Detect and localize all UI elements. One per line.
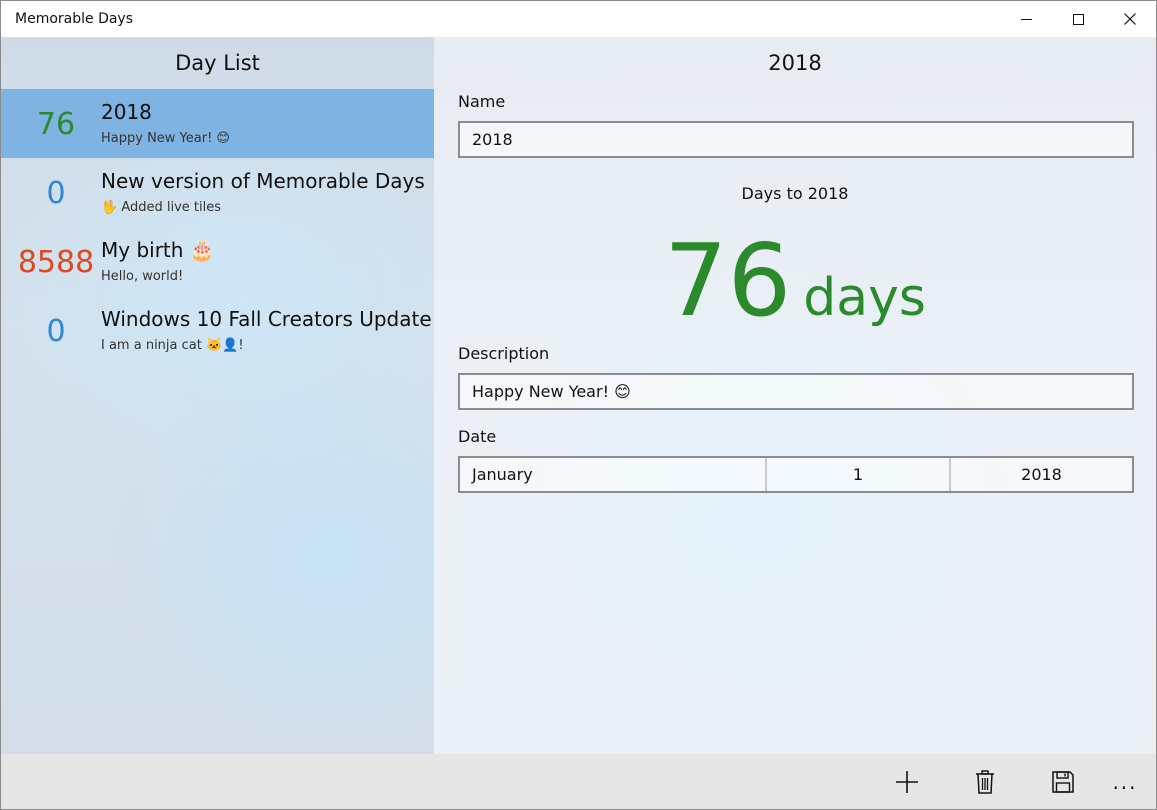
date-year-selector[interactable]: 2018 <box>951 458 1132 491</box>
date-month-value: January <box>472 465 533 484</box>
day-name: Windows 10 Fall Creators Update <box>101 307 432 331</box>
description-field[interactable]: Happy New Year! 😊 <box>458 373 1134 410</box>
date-picker[interactable]: January 1 2018 <box>458 456 1134 493</box>
day-count: 8588 <box>17 245 95 280</box>
date-month-selector[interactable]: January <box>460 458 767 491</box>
day-description: 🖖 Added live tiles <box>101 200 222 215</box>
day-name: 2018 <box>101 100 152 124</box>
day-count: 0 <box>46 314 66 349</box>
save-icon <box>1052 770 1074 793</box>
detail-title: 2018 <box>768 51 822 75</box>
days-countdown: 76 days <box>434 221 1156 341</box>
window-title: Memorable Days <box>15 11 134 27</box>
save-button[interactable] <box>1029 754 1097 809</box>
close-icon <box>1124 13 1136 25</box>
title-bar[interactable]: Memorable Days <box>1 1 1156 37</box>
close-button[interactable] <box>1104 1 1156 37</box>
day-count: 76 <box>36 107 76 142</box>
days-to-label: Days to 2018 <box>741 184 849 203</box>
date-day-value: 1 <box>852 465 864 484</box>
name-field[interactable]: 2018 <box>458 121 1134 158</box>
minimize-button[interactable] <box>1000 1 1052 37</box>
day-description: I am a ninja cat 🐱‍👤! <box>101 338 244 353</box>
day-list-item[interactable]: 76 2018 Happy New Year! 😊 <box>1 89 434 158</box>
days-count-unit: days <box>803 268 926 328</box>
day-list-pane: Day List 76 2018 Happy New Year! 😊 0 New… <box>1 37 434 754</box>
detail-pane: 2018 Name 2018 Days to 2018 76 days Descr… <box>434 37 1156 754</box>
command-bar: ... <box>1 754 1156 809</box>
description-field-value: Happy New Year! 😊 <box>472 382 631 401</box>
date-year-value: 2018 <box>1021 465 1062 484</box>
day-description: Hello, world! <box>101 269 184 284</box>
days-count-number: 76 <box>664 222 792 339</box>
add-button[interactable] <box>873 754 941 809</box>
add-icon <box>896 770 918 793</box>
day-list-item[interactable]: 8588 My birth 🎂 Hello, world! <box>1 227 434 296</box>
minimize-icon <box>1020 18 1032 20</box>
day-description: Happy New Year! 😊 <box>101 131 230 146</box>
maximize-icon <box>1072 13 1084 25</box>
date-label: Date <box>458 427 497 446</box>
maximize-button[interactable] <box>1052 1 1104 37</box>
more-options-button[interactable]: ... <box>1095 754 1155 809</box>
day-list-header: Day List <box>175 51 260 75</box>
description-label: Description <box>458 344 550 363</box>
more-icon: ... <box>1112 769 1138 794</box>
delete-button[interactable] <box>951 754 1019 809</box>
delete-icon <box>976 769 994 794</box>
app-window: Memorable Days Day List 76 2018 Happy Ne… <box>0 0 1157 810</box>
name-field-value: 2018 <box>472 130 513 149</box>
date-day-selector[interactable]: 1 <box>767 458 951 491</box>
day-list-item[interactable]: 0 New version of Memorable Days 🖖 Added … <box>1 158 434 227</box>
day-list-item[interactable]: 0 Windows 10 Fall Creators Update I am a… <box>1 296 434 365</box>
day-name: New version of Memorable Days <box>101 169 425 193</box>
name-label: Name <box>458 92 506 111</box>
day-count: 0 <box>46 176 66 211</box>
day-name: My birth 🎂 <box>101 238 215 262</box>
